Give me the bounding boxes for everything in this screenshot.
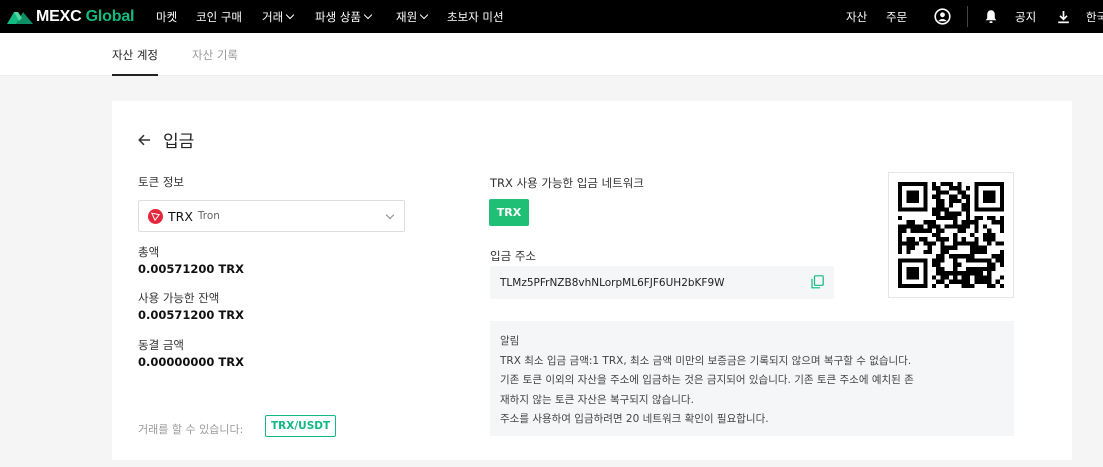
trading-pair-link[interactable]: TRX/USDT [265,415,337,437]
nav-finance[interactable]: 재원 [396,0,429,33]
logo[interactable]: MEXC Global [6,0,134,33]
nav-orders[interactable]: 주문 [886,0,907,33]
chevron-down-icon [285,10,295,19]
chevron-down-icon [419,10,429,19]
asset-tabs-bar: 자산 계정 자산 기록 [0,33,1103,76]
notice-line: 기존 토큰 이외의 자산을 주소에 입금하는 것은 금지되어 있습니다. 기존 … [500,374,914,386]
notice-line: 주소를 사용하여 입금하려면 20 네트워크 확인이 필요합니다. [500,413,769,425]
nav-divider [967,6,968,27]
user-icon[interactable] [934,0,951,33]
deposit-header: 입금 [138,127,194,152]
frozen-value: 0.00000000 TRX [138,355,244,369]
deposit-notice: 알림 TRX 최소 입금 금액:1 TRX, 최소 금액 미만의 보증금은 기록… [490,321,1014,436]
token-symbol: TRX [168,208,193,224]
qr-code [888,172,1014,298]
download-icon[interactable] [1057,0,1070,33]
tab-asset-history[interactable]: 자산 기록 [192,33,238,76]
total-value: 0.00571200 TRX [138,262,244,276]
notice-title: 알림 [500,335,520,347]
nav-trade[interactable]: 거래 [262,0,295,33]
chevron-down-icon [363,10,373,19]
address-label: 입금 주소 [490,249,536,263]
tron-icon [148,208,163,224]
total-label: 총액 [138,245,160,259]
token-name: Tron [197,210,220,222]
deposit-address: TLMz5PFrNZB8vhNLorpML6FJF6UH2bKF9W [500,276,725,289]
arrow-left-icon[interactable] [138,134,151,146]
available-label: 사용 가능한 잔액 [138,291,220,305]
nav-derivatives[interactable]: 파생 상품 [315,0,373,33]
network-label: TRX 사용 가능한 입금 네트워크 [490,176,644,190]
network-button[interactable]: TRX [489,199,529,226]
tab-asset-account[interactable]: 자산 계정 [112,33,158,76]
copy-icon[interactable] [811,275,824,289]
mexc-logo-icon [7,11,33,24]
frozen-label: 동결 금액 [138,338,184,352]
token-select[interactable]: TRX Tron [138,200,405,232]
tradable-label: 거래를 할 수 있습니다: [138,423,244,436]
brand-name: MEXC Global [36,7,135,25]
bell-icon[interactable] [984,0,998,33]
chevron-down-icon [385,210,395,220]
nav-notice[interactable]: 공지 [1015,0,1036,33]
available-value: 0.00571200 TRX [138,308,244,322]
page-title: 입금 [163,132,195,152]
nav-language[interactable]: 한국 [1086,0,1103,33]
token-info-label: 토큰 정보 [138,175,184,189]
deposit-card: 입금 토큰 정보 TRX Tron 총액 0.00571200 TRX 사용 가… [112,101,1072,460]
top-nav: MEXC Global 마켓 코인 구매 거래 파생 상품 재원 초보자 미션 … [0,0,1103,33]
deposit-address-field: TLMz5PFrNZB8vhNLorpML6FJF6UH2bKF9W [490,266,834,299]
nav-market[interactable]: 마켓 [156,0,177,33]
nav-buy-crypto[interactable]: 코인 구매 [196,0,242,33]
notice-line: TRX 최소 입금 금액:1 TRX, 최소 금액 미만의 보증금은 기록되지 … [500,354,912,367]
nav-assets[interactable]: 자산 [846,0,867,33]
qr-code-icon [898,182,1004,288]
nav-beginner-mission[interactable]: 초보자 미션 [447,0,504,33]
notice-line: 재하지 않는 토큰 자산은 복구되지 않습니다. [500,393,694,406]
